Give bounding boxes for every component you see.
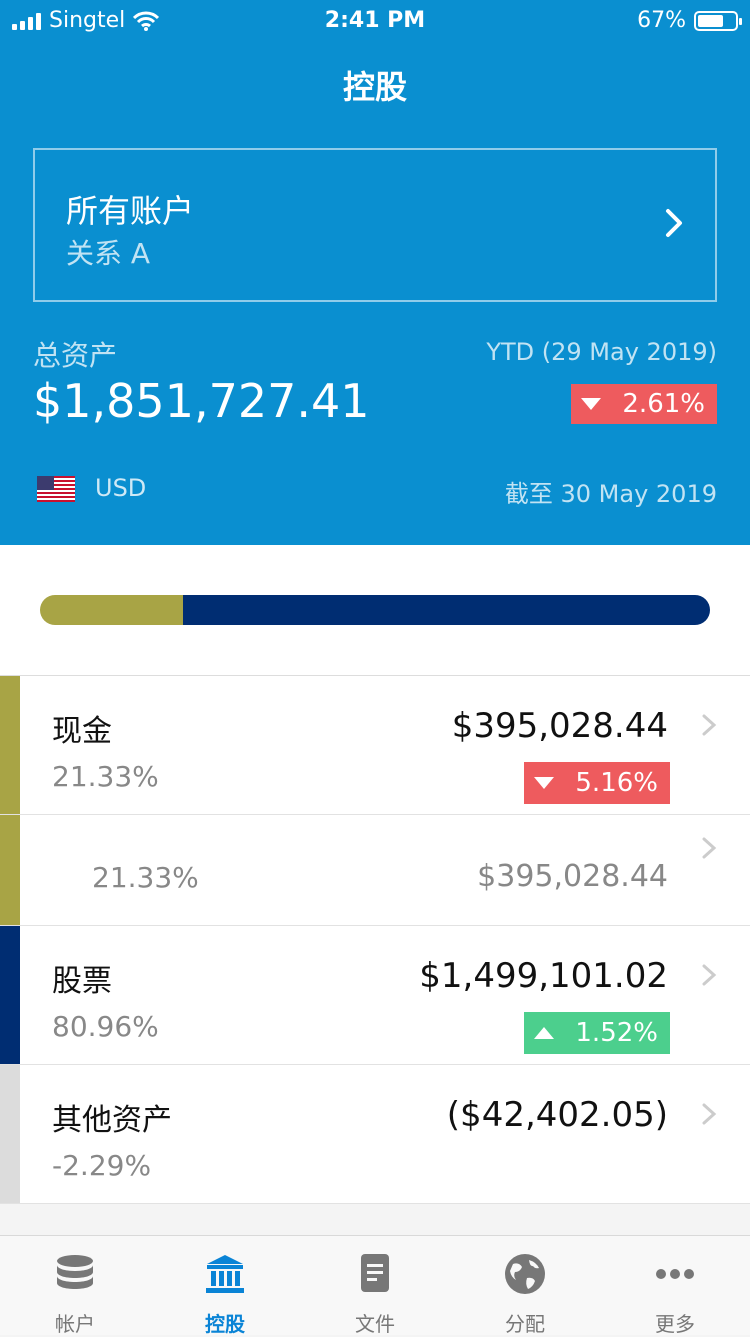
chevron-right-icon: [702, 964, 717, 986]
up-arrow-icon: [534, 1027, 554, 1039]
holding-row-equity[interactable]: 股票 80.96% $1,499,101.02 1.52%: [0, 926, 750, 1065]
allocation-bar: [40, 595, 710, 625]
holding-amount: $395,028.44: [451, 706, 668, 746]
allocation-bar-section: [0, 545, 750, 675]
ytd-label: YTD (29 May 2019): [486, 338, 717, 366]
ytd-change-badge: 2.61%: [571, 384, 717, 424]
holding-change-value: 5.16%: [575, 768, 658, 798]
tab-label: 更多: [655, 1312, 695, 1336]
tab-bar: 帐户 控股 文件 分配 更多: [0, 1235, 750, 1336]
holding-row-other[interactable]: 其他资产 -2.29% ($42,402.05): [0, 1065, 750, 1204]
battery-icon: [694, 10, 742, 31]
tab-allocation[interactable]: 分配: [450, 1236, 600, 1336]
tab-label: 文件: [355, 1312, 395, 1336]
header-panel: Singtel 2:41 PM 67% 控股 所有账户 关系 A 总资产 $1,…: [0, 0, 750, 545]
holding-percent: 21.33%: [92, 861, 199, 894]
holding-change-badge: 5.16%: [524, 762, 670, 804]
us-flag-icon: [37, 476, 75, 502]
holding-percent: 80.96%: [52, 1010, 159, 1043]
account-relation: 关系 A: [66, 237, 151, 270]
page-title: 控股: [342, 68, 407, 106]
account-selector[interactable]: 所有账户 关系 A: [33, 148, 717, 302]
chevron-right-icon: [702, 714, 717, 736]
allocation-segment-0: [40, 595, 183, 625]
holding-row-cash-detail[interactable]: 21.33% $395,028.44: [0, 815, 750, 926]
holding-percent: -2.29%: [52, 1149, 152, 1182]
battery-percent: 67%: [637, 8, 686, 33]
document-icon: [361, 1254, 389, 1292]
tab-documents[interactable]: 文件: [300, 1236, 450, 1336]
holding-title: 股票: [52, 964, 112, 999]
chevron-right-icon: [666, 209, 682, 237]
ytd-change-value: 2.61%: [622, 389, 705, 419]
currency-label: USD: [95, 474, 147, 502]
tab-holdings[interactable]: 控股: [150, 1236, 300, 1336]
tab-label: 分配: [505, 1312, 545, 1336]
category-color-stripe: [0, 815, 20, 925]
down-arrow-icon: [581, 398, 601, 410]
holding-change-value: 1.52%: [575, 1018, 658, 1048]
holding-row-cash[interactable]: 现金 21.33% $395,028.44 5.16%: [0, 676, 750, 815]
tab-more[interactable]: 更多: [600, 1236, 750, 1336]
total-assets-label: 总资产: [33, 339, 118, 372]
as-of-date: 截至 30 May 2019: [504, 480, 717, 508]
total-assets-value: $1,851,727.41: [33, 374, 370, 428]
database-icon: [57, 1255, 93, 1289]
account-name: 所有账户: [66, 192, 195, 230]
tab-label: 控股: [205, 1312, 245, 1336]
holding-amount: $1,499,101.02: [419, 956, 668, 996]
holding-amount: ($42,402.05): [446, 1095, 668, 1135]
down-arrow-icon: [534, 777, 554, 789]
globe-icon: [505, 1254, 545, 1294]
holding-change-badge: 1.52%: [524, 1012, 670, 1054]
holding-title: 现金: [52, 714, 112, 749]
category-color-stripe: [0, 676, 20, 814]
holding-percent: 21.33%: [52, 760, 159, 793]
holdings-list: 现金 21.33% $395,028.44 5.16% 21.33% $395,…: [0, 675, 750, 1204]
more-icon: [656, 1269, 694, 1279]
tab-accounts[interactable]: 帐户: [0, 1236, 150, 1336]
category-color-stripe: [0, 926, 20, 1064]
bank-icon: [206, 1255, 244, 1293]
status-bar: Singtel 2:41 PM 67%: [0, 0, 750, 42]
holding-title: 其他资产: [52, 1103, 172, 1138]
chevron-right-icon: [702, 837, 717, 859]
tab-label: 帐户: [55, 1312, 95, 1336]
holding-amount: $395,028.44: [477, 859, 668, 894]
category-color-stripe: [0, 1065, 20, 1203]
allocation-segment-1: [182, 595, 710, 625]
chevron-right-icon: [702, 1103, 717, 1125]
